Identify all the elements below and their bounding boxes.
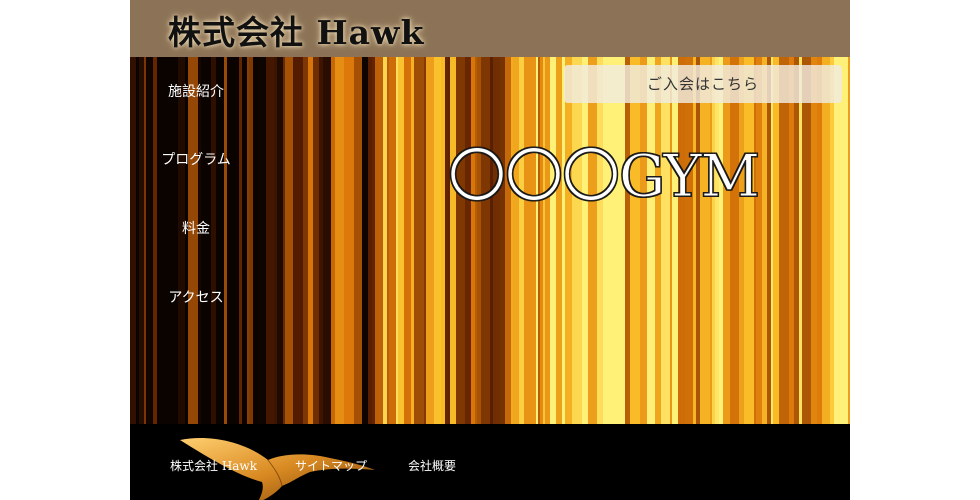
side-navigation: 施設紹介 プログラム 料金 アクセス xyxy=(130,57,262,424)
signup-button[interactable]: ご入会はこちら xyxy=(564,65,842,103)
footer-link-sitemap[interactable]: サイトマップ xyxy=(295,457,367,474)
footer-link-about[interactable]: 会社概要 xyxy=(408,457,456,474)
page: 株式会社 Hawk 施設紹介 プログラム 料金 アクセス ご入会はこちら 〇〇〇… xyxy=(130,0,850,500)
nav-item-facilities[interactable]: 施設紹介 xyxy=(130,81,262,101)
company-logo-title[interactable]: 株式会社 Hawk xyxy=(168,6,424,54)
gym-title: 〇〇〇GYM xyxy=(448,142,761,211)
site-footer: 株式会社 Hawk サイトマップ 会社概要 xyxy=(130,424,850,500)
site-header: 株式会社 Hawk xyxy=(130,0,850,57)
nav-item-access[interactable]: アクセス xyxy=(130,287,262,307)
hero-banner: 施設紹介 プログラム 料金 アクセス ご入会はこちら 〇〇〇GYM xyxy=(130,57,850,424)
footer-link-company[interactable]: 株式会社 Hawk xyxy=(170,457,257,474)
nav-item-programs[interactable]: プログラム xyxy=(130,149,262,169)
nav-item-pricing[interactable]: 料金 xyxy=(130,218,262,238)
